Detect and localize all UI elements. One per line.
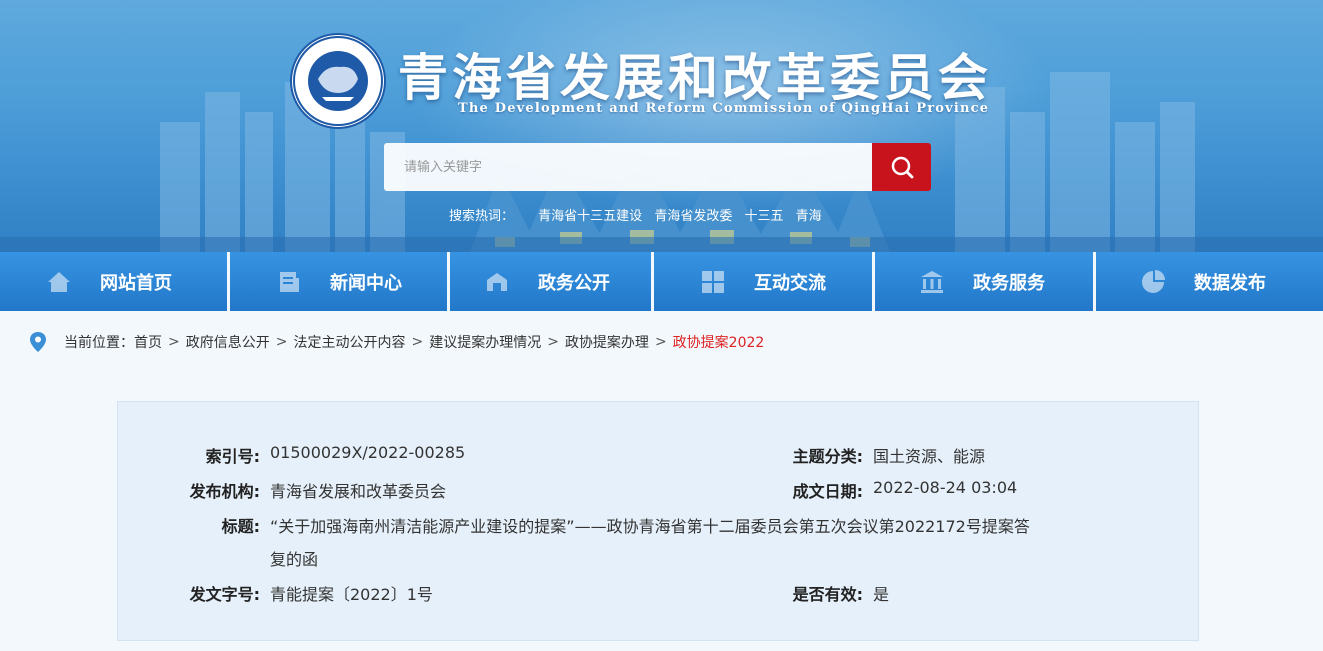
data-chart-icon bbox=[1142, 269, 1165, 293]
nav-label: 新闻中心 bbox=[330, 272, 402, 294]
search-input[interactable] bbox=[384, 143, 873, 191]
header-banner: 青海省发展和改革委员会 The Development and Reform C… bbox=[0, 0, 1323, 252]
nav-item-service[interactable]: 政务服务 bbox=[875, 252, 1096, 311]
nav-label: 政务公开 bbox=[538, 272, 610, 294]
service-icon bbox=[921, 270, 943, 293]
nav-label: 网站首页 bbox=[100, 272, 172, 294]
topic-label: 主题分类: bbox=[792, 447, 863, 466]
topic-value: 国土资源、能源 bbox=[873, 447, 986, 466]
site-subtitle: The Development and Reform Commission of… bbox=[458, 101, 990, 116]
site-title: 青海省发展和改革委员会 bbox=[398, 48, 992, 107]
breadcrumb-link[interactable]: 首页 bbox=[134, 332, 162, 352]
doc-number-label: 发文字号: bbox=[189, 585, 260, 604]
index-value: 01500029X/2022-00285 bbox=[270, 443, 466, 462]
nav-label: 数据发布 bbox=[1194, 272, 1266, 294]
document-meta-panel: 索引号: 01500029X/2022-00285 主题分类: 国土资源、能源 … bbox=[117, 401, 1199, 641]
interact-icon bbox=[702, 270, 724, 293]
nav-item-home[interactable]: 网站首页 bbox=[0, 252, 230, 311]
breadcrumb-link[interactable]: 政府信息公开 bbox=[186, 332, 270, 352]
home-icon bbox=[48, 271, 70, 292]
breadcrumb-link[interactable]: 法定主动公开内容 bbox=[293, 332, 405, 352]
index-label: 索引号: bbox=[205, 447, 260, 466]
hot-word-link[interactable]: 青海 bbox=[796, 209, 822, 224]
open-gov-icon bbox=[487, 272, 507, 291]
hot-search-terms: 搜索热词： 青海省十三五建设 青海省发改委 十三五 青海 bbox=[449, 205, 830, 224]
nav-label: 政务服务 bbox=[973, 272, 1045, 294]
main-nav: 网站首页 新闻中心 政务公开 互动交流 政务服务 数据发布 bbox=[0, 252, 1323, 311]
nav-label: 互动交流 bbox=[754, 272, 826, 294]
hot-word-link[interactable]: 青海省发改委 bbox=[654, 209, 732, 224]
doc-number-value: 青能提案〔2022〕1号 bbox=[270, 585, 433, 604]
hot-word-link[interactable]: 青海省十三五建设 bbox=[538, 209, 642, 224]
search-button[interactable] bbox=[872, 143, 931, 191]
breadcrumb-link[interactable]: 政协提案办理 bbox=[565, 332, 649, 352]
validity-label: 是否有效: bbox=[792, 585, 863, 604]
breadcrumb-separator: > bbox=[275, 334, 288, 350]
hot-word-link[interactable]: 十三五 bbox=[744, 209, 783, 224]
breadcrumb-separator: > bbox=[547, 334, 559, 350]
nav-item-interact[interactable]: 互动交流 bbox=[654, 252, 875, 311]
nav-item-open-gov[interactable]: 政务公开 bbox=[450, 252, 654, 311]
breadcrumb-separator: > bbox=[411, 334, 424, 350]
nav-item-news[interactable]: 新闻中心 bbox=[230, 252, 450, 311]
title-value-line: 复的函 bbox=[270, 550, 319, 569]
breadcrumb-prefix: 当前位置： bbox=[64, 335, 134, 351]
hot-search-label: 搜索热词： bbox=[449, 209, 515, 224]
news-icon bbox=[280, 271, 299, 292]
nav-item-data[interactable]: 数据发布 bbox=[1096, 252, 1323, 311]
commission-emblem-logo bbox=[290, 33, 386, 129]
breadcrumb-current[interactable]: 政协提案2022 bbox=[673, 332, 765, 352]
title-value-line: “关于加强海南州清洁能源产业建设的提案”——政协青海省第十二届委员会第五次会议第… bbox=[270, 517, 1030, 536]
title-label: 标题: bbox=[221, 517, 260, 536]
validity-value: 是 bbox=[873, 585, 890, 604]
search-icon bbox=[891, 156, 913, 179]
breadcrumb-separator: > bbox=[168, 334, 180, 350]
breadcrumb-separator: > bbox=[654, 334, 667, 350]
breadcrumb-link[interactable]: 建议提案办理情况 bbox=[429, 332, 541, 352]
publisher-value: 青海省发展和改革委员会 bbox=[270, 482, 447, 501]
date-label: 成文日期: bbox=[792, 482, 863, 501]
date-value: 2022-08-24 03:04 bbox=[873, 478, 1018, 497]
publisher-label: 发布机构: bbox=[189, 482, 260, 501]
breadcrumb: 当前位置： 首页 > 政府信息公开 > 法定主动公开内容 > 建议提案办理情况 … bbox=[28, 331, 764, 353]
location-pin-icon bbox=[30, 332, 46, 352]
